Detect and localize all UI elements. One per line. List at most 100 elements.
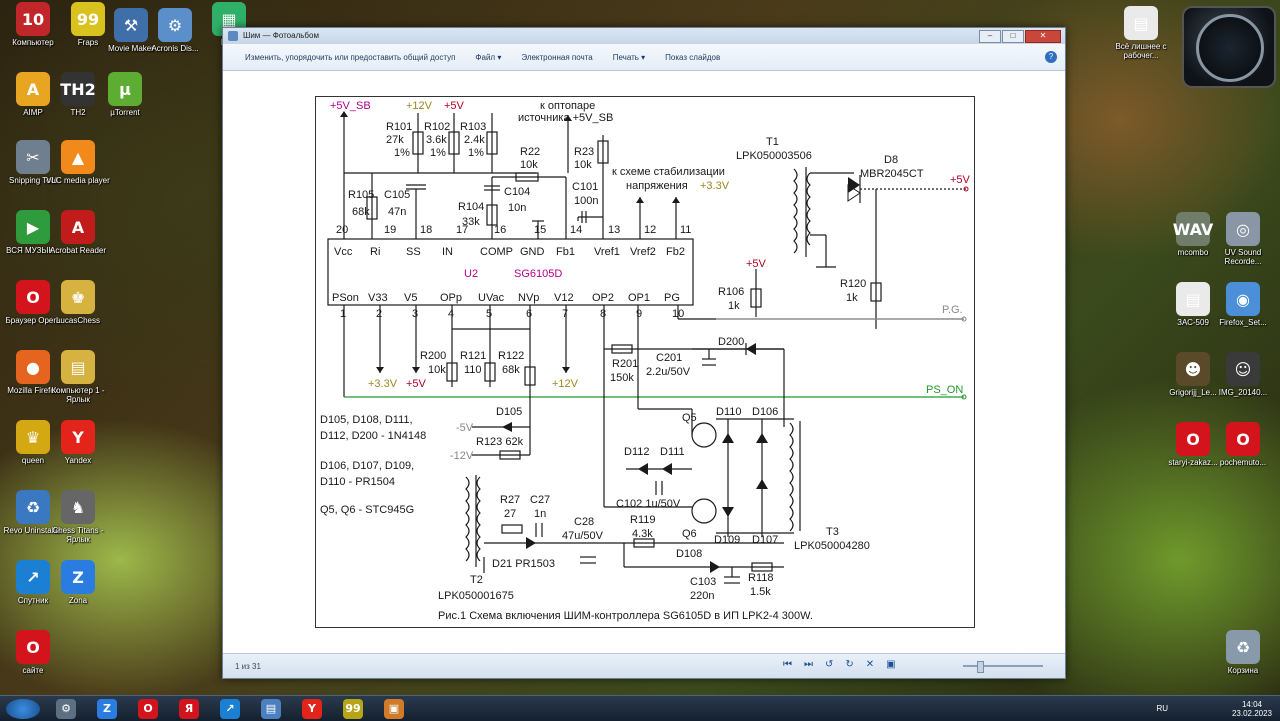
- svg-text:D111: D111: [660, 446, 685, 458]
- maximize-button[interactable]: □: [1002, 30, 1024, 43]
- shortcut-icon: ◎: [1226, 212, 1260, 246]
- menu-print[interactable]: Печать ▾: [603, 53, 655, 62]
- start-button[interactable]: [6, 699, 40, 719]
- viewer-control-button[interactable]: ↺: [825, 659, 833, 670]
- svg-text:LPK050003506: LPK050003506: [736, 150, 812, 162]
- viewer-control-button[interactable]: ⏮: [783, 659, 792, 670]
- svg-text:-5V: -5V: [456, 422, 474, 434]
- shortcut-label: сайте: [22, 666, 44, 675]
- svg-text:68k: 68k: [502, 364, 520, 376]
- svg-text:10n: 10n: [508, 202, 526, 214]
- shortcut-label: VLC media player: [46, 176, 110, 185]
- right-shortcut[interactable]: ▤ Всё лишнее с рабочег...: [1108, 6, 1174, 60]
- svg-text:C103: C103: [690, 576, 716, 588]
- svg-text:D108: D108: [676, 548, 702, 560]
- viewer-control-button[interactable]: ↻: [845, 659, 853, 670]
- pin-number: 7: [562, 308, 568, 320]
- left-shortcut[interactable]: ▲ VLC media player: [45, 140, 111, 185]
- svg-text:47u/50V: 47u/50V: [562, 530, 604, 542]
- taskbar-app-button[interactable]: Я: [179, 699, 199, 719]
- taskbar-app-button[interactable]: ▣: [384, 699, 404, 719]
- status-bar: 1 из 31 ⏮ ⏭ ↺ ↻ ✕ ▣: [223, 653, 1065, 678]
- right-shortcut[interactable]: Opochemuto...: [1210, 422, 1276, 467]
- shortcut-icon: O: [1226, 422, 1260, 456]
- help-icon[interactable]: ?: [1045, 51, 1057, 63]
- figure-caption: Рис.1 Схема включения ШИМ-контроллера SG…: [438, 610, 813, 622]
- close-button[interactable]: ✕: [1025, 30, 1061, 43]
- svg-text:C28: C28: [574, 516, 594, 528]
- pin-name: V12: [554, 292, 574, 304]
- taskbar-app-button[interactable]: ⚙: [56, 699, 76, 719]
- clock-gadget[interactable]: [1182, 6, 1276, 88]
- pin-name: COMP: [480, 246, 513, 258]
- left-shortcut[interactable]: Y Yandex: [45, 420, 111, 465]
- taskbar-app-button[interactable]: Z: [97, 699, 117, 719]
- menu-slideshow[interactable]: Показ слайдов: [655, 53, 730, 62]
- viewer-control-button[interactable]: ▣: [886, 659, 895, 670]
- shortcut-icon: ♻: [1226, 630, 1260, 664]
- left-shortcut[interactable]: Z Zona: [45, 560, 111, 605]
- right-shortcut[interactable]: ◎ UV Sound Recorde...: [1210, 212, 1276, 266]
- taskbar-app-button[interactable]: O: [138, 699, 158, 719]
- zoom-slider[interactable]: [963, 661, 1043, 673]
- pin-name: PG: [664, 292, 680, 304]
- menu-email[interactable]: Электронная почта: [511, 53, 602, 62]
- svg-text:10k: 10k: [428, 364, 446, 376]
- svg-text:+5V: +5V: [950, 174, 971, 186]
- left-shortcut[interactable]: Oсайте: [0, 630, 66, 675]
- right-shortcut[interactable]: ☺ IMG_20140...: [1210, 352, 1276, 397]
- svg-text:R120: R120: [840, 278, 866, 290]
- shortcut-icon: ☺: [1226, 352, 1260, 386]
- taskbar-app-button[interactable]: 99: [343, 699, 363, 719]
- shortcut-icon: ⚙: [158, 8, 192, 42]
- svg-text:напряжения: напряжения: [626, 180, 688, 192]
- svg-text:150k: 150k: [610, 372, 634, 384]
- menu-edit-organize[interactable]: Изменить, упорядочить или предоставить о…: [223, 53, 465, 62]
- pin-name: OP2: [592, 292, 614, 304]
- legend-line-1: D105, D108, D111,: [320, 414, 413, 426]
- svg-text:47n: 47n: [388, 206, 406, 218]
- shortcut-label: Всё лишнее с рабочег...: [1115, 42, 1167, 60]
- svg-text:MBR2045CT: MBR2045CT: [860, 168, 924, 180]
- menu-file[interactable]: Файл ▾: [465, 53, 511, 62]
- pin-name: OPp: [440, 292, 462, 304]
- shortcut-label: Firefox_Set...: [1219, 318, 1267, 327]
- window-controls: – □ ✕: [979, 30, 1061, 43]
- svg-text:1k: 1k: [846, 292, 858, 304]
- viewer-control-button[interactable]: ✕: [866, 659, 874, 670]
- svg-text:68k: 68k: [352, 206, 370, 218]
- taskbar-app-button[interactable]: Y: [302, 699, 322, 719]
- left-shortcut[interactable]: ♚ LucasChess: [45, 280, 111, 325]
- svg-text:C101: C101: [572, 181, 598, 193]
- svg-text:100n: 100n: [574, 195, 598, 207]
- svg-text:D105: D105: [496, 406, 522, 418]
- shortcut-icon: ▤: [1176, 282, 1210, 316]
- pin-number: 13: [608, 224, 620, 236]
- minimize-button[interactable]: –: [979, 30, 1001, 43]
- left-shortcut[interactable]: µ µTorrent: [92, 72, 158, 117]
- shortcut-icon: Z: [61, 560, 95, 594]
- taskbar-app-button[interactable]: ↗: [220, 699, 240, 719]
- title-bar[interactable]: Шим — Фотоальбом – □ ✕: [223, 28, 1065, 44]
- svg-text:R122: R122: [498, 350, 524, 362]
- svg-text:D109: D109: [714, 534, 740, 546]
- viewer-controls: ⏮ ⏭ ↺ ↻ ✕ ▣: [783, 659, 896, 670]
- svg-text:1%: 1%: [430, 147, 446, 159]
- legend-line-4: D110 - PR1504: [320, 476, 395, 488]
- taskbar-app-button[interactable]: ▤: [261, 699, 281, 719]
- svg-text:1.5k: 1.5k: [750, 586, 771, 598]
- shortcut-label: IMG_20140...: [1218, 388, 1268, 397]
- right-shortcut[interactable]: ◉ Firefox_Set...: [1210, 282, 1276, 327]
- clock-time: 14:04: [1241, 700, 1262, 709]
- svg-text:27k: 27k: [386, 134, 404, 146]
- left-shortcut[interactable]: ♞ Chess Titans - Ярлык: [45, 490, 111, 544]
- viewer-control-button[interactable]: ⏭: [804, 659, 813, 670]
- language-indicator[interactable]: RU: [1156, 704, 1168, 713]
- left-shortcut[interactable]: A Acrobat Reader: [45, 210, 111, 255]
- pin-number: 6: [526, 308, 532, 320]
- svg-text:источника +5V_SB: источника +5V_SB: [518, 112, 613, 124]
- right-shortcut[interactable]: ♻ Корзина: [1210, 630, 1276, 675]
- svg-text:1%: 1%: [468, 147, 484, 159]
- system-clock[interactable]: 14:04 23.02.2023: [1232, 700, 1272, 718]
- left-shortcut[interactable]: ▤ Компьютер 1 - Ярлык: [45, 350, 111, 404]
